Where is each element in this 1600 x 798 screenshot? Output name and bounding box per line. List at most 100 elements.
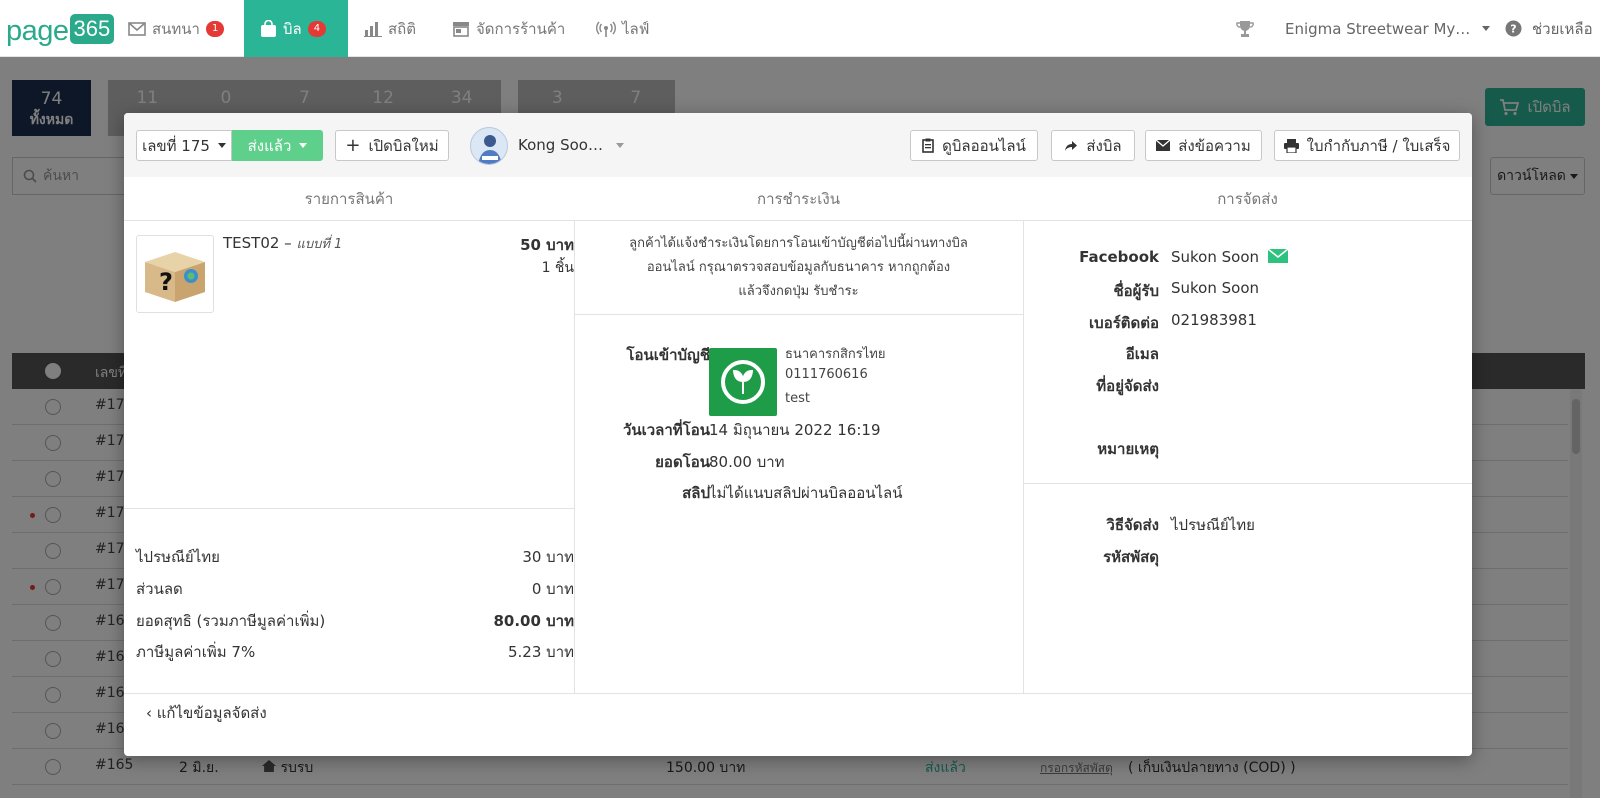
product-quantity: 1 ชิ้น — [541, 260, 574, 276]
nav-live[interactable]: ไลฟ์ — [596, 0, 649, 57]
store-icon — [453, 21, 469, 37]
help-link[interactable]: ? ช่วยเหลือ — [1505, 0, 1593, 57]
shipping-method: ไปรษณีย์ไทย — [1171, 516, 1255, 534]
net-total-label: ยอดสุทธิ (รวมภาษีมูลค่าเพิ่ม) — [136, 612, 326, 630]
svg-text:?: ? — [159, 268, 173, 296]
view-online-bill-button[interactable]: ดูบิลออนไลน์ — [910, 130, 1038, 161]
nav-store-manage[interactable]: จัดการร้านค้า — [452, 0, 565, 57]
status-dropdown[interactable]: ส่งแล้ว — [232, 130, 323, 161]
facebook-value: Sukon Soon — [1171, 248, 1289, 266]
nav-store-label: จัดการร้านค้า — [476, 19, 566, 38]
shipping-fee-value: 30 บาท — [522, 548, 574, 566]
slip-status: ไม่ได้แนบสลิปผ่านบิลออนไลน์ — [709, 484, 903, 502]
svg-text:?: ? — [1510, 23, 1516, 36]
product-title: TEST02 – แบบที่ 1 — [223, 233, 342, 254]
new-bill-button[interactable]: + เปิดบิลใหม่ — [335, 130, 449, 161]
top-navbar: page 365 สนทนา 1 บิล 4 สถิติ จัดการร้านค้… — [0, 0, 1600, 57]
tax-invoice-button[interactable]: ใบกำกับภาษี / ใบเสร็จ — [1274, 130, 1460, 161]
customer-avatar[interactable] — [470, 127, 508, 165]
plus-icon: + — [345, 134, 361, 156]
chevron-down-icon — [1482, 26, 1491, 31]
address-label: ที่อยู่จัดส่ง — [1096, 377, 1159, 395]
transfer-amount: 80.00 บาท — [709, 453, 785, 471]
shopping-bag-icon — [261, 19, 276, 37]
bill-number-dropdown[interactable]: เลขที่ 175 — [136, 130, 232, 161]
slip-label: สลิป — [682, 484, 710, 502]
edit-shipping-link[interactable]: ‹ แก้ไขข้อมูลจัดส่ง — [146, 701, 267, 725]
kasikorn-bank-logo — [709, 348, 777, 416]
status-label: ส่งแล้ว — [247, 136, 292, 155]
bar-chart-icon — [364, 21, 382, 37]
bank-leaf-icon — [721, 360, 765, 404]
mystery-box-image: ? — [145, 252, 205, 302]
vat-value: 5.23 บาท — [508, 643, 574, 661]
tax-invoice-label: ใบกำกับภาษี / ใบเสร็จ — [1306, 136, 1451, 155]
logo-number: 365 — [69, 14, 115, 44]
send-bill-button[interactable]: ส่งบิล — [1051, 130, 1135, 161]
send-bill-label: ส่งบิล — [1086, 136, 1122, 155]
new-bill-label: เปิดบิลใหม่ — [368, 136, 439, 155]
payment-divider — [574, 314, 1023, 315]
nav-bill-label: บิล — [283, 19, 302, 38]
share-arrow-icon — [1065, 140, 1078, 151]
modal-header: เลขที่ 175 ส่งแล้ว + เปิดบิลใหม่ Kong So… — [124, 113, 1472, 177]
shop-name: Enigma Streetwear My… — [1285, 19, 1471, 38]
vat-label: ภาษีมูลค่าเพิ่ม 7% — [136, 643, 256, 661]
recipient-label: ชื่อผู้รับ — [1113, 282, 1159, 300]
shipping-fee-label: ไปรษณีย์ไทย — [136, 548, 220, 566]
envelope-icon — [1156, 140, 1171, 151]
note-label: หมายเหตุ — [1097, 440, 1159, 458]
phone-number: 021983981 — [1171, 311, 1257, 329]
clipboard-icon — [922, 138, 934, 153]
customer-name[interactable]: Kong Soo… — [518, 136, 603, 154]
page365-logo[interactable]: page 365 — [6, 11, 115, 47]
help-label: ช่วยเหลือ — [1532, 19, 1593, 38]
nav-chat[interactable]: สนทนา 1 — [128, 0, 225, 57]
account-number: 0111760616 — [785, 367, 868, 382]
product-name: TEST02 – — [223, 234, 292, 252]
product-variant: แบบที่ 1 — [296, 237, 343, 252]
trophy-icon — [1236, 20, 1254, 37]
logo-text: page — [6, 15, 69, 47]
column-divider — [1023, 221, 1024, 693]
chat-count-badge: 1 — [205, 20, 225, 37]
bank-name: ธนาคารกสิกรไทย — [785, 347, 886, 362]
send-message-button[interactable]: ส่งข้อความ — [1145, 130, 1262, 161]
chevron-down-icon — [299, 143, 308, 148]
products-column-title: รายการสินค้า — [124, 177, 574, 221]
shipping-column-title: การจัดส่ง — [1023, 177, 1472, 221]
question-circle-icon: ? — [1505, 20, 1522, 37]
bill-number-label: เลขที่ 175 — [142, 136, 210, 155]
product-image: ? — [136, 235, 214, 313]
payment-column-title: การชำระเงิน — [574, 177, 1023, 221]
nav-stats-label: สถิติ — [388, 19, 416, 38]
messenger-envelope-icon[interactable] — [1267, 248, 1289, 263]
transfer-amount-label: ยอดโอน — [655, 453, 710, 471]
recipient-name: Sukon Soon — [1171, 279, 1260, 297]
shipping-method-label: วิธีจัดส่ง — [1106, 516, 1159, 534]
nav-stats[interactable]: สถิติ — [364, 0, 416, 57]
transfer-datetime: 14 มิถุนายน 2022 16:19 — [709, 421, 881, 439]
summary-divider — [124, 508, 574, 509]
tracking-number-label: รหัสพัสดุ — [1103, 548, 1159, 566]
payment-notice-line: แล้วจึงกดปุ่ม รับชำระ — [738, 284, 859, 299]
bill-count-badge: 4 — [307, 20, 327, 37]
product-price: 50 บาท — [520, 236, 574, 254]
nav-bill[interactable]: บิล 4 — [244, 0, 348, 57]
printer-icon — [1283, 138, 1299, 153]
facebook-label: Facebook — [1079, 248, 1159, 266]
discount-label: ส่วนลด — [136, 580, 183, 598]
nav-chat-label: สนทนา — [152, 19, 200, 38]
facebook-name: Sukon Soon — [1171, 248, 1260, 266]
transfer-account-label: โอนเข้าบัญชี — [626, 346, 710, 364]
bill-detail-modal: เลขที่ 175 ส่งแล้ว + เปิดบิลใหม่ Kong So… — [124, 113, 1472, 756]
chevron-down-icon[interactable] — [616, 143, 624, 148]
trophy-button[interactable] — [1236, 0, 1254, 57]
view-online-label: ดูบิลออนไลน์ — [942, 136, 1026, 155]
shop-selector[interactable]: Enigma Streetwear My… — [1285, 0, 1491, 57]
broadcast-icon — [596, 21, 616, 37]
transfer-datetime-label: วันเวลาที่โอน — [622, 421, 710, 439]
nav-live-label: ไลฟ์ — [622, 19, 650, 38]
send-message-label: ส่งข้อความ — [1178, 136, 1251, 155]
shipping-divider — [1023, 483, 1472, 484]
